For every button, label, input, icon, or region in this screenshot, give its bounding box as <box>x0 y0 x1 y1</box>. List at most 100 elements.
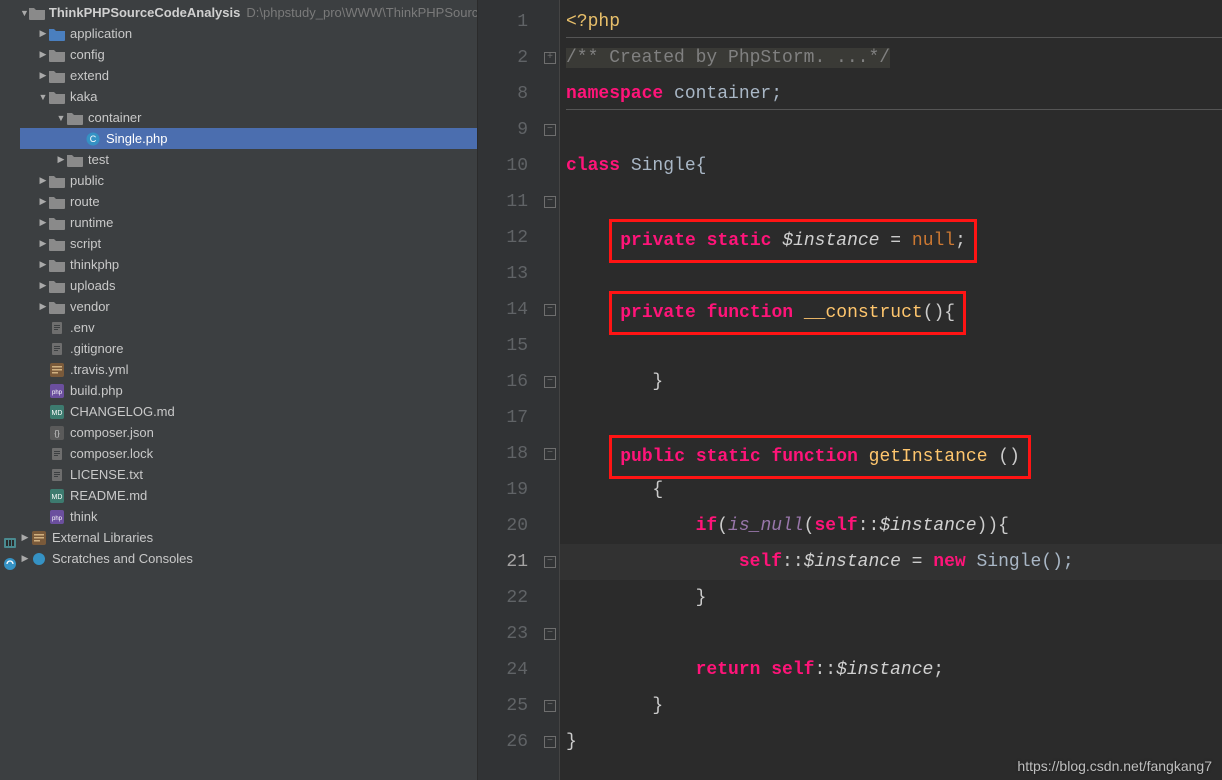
chevron-right-icon[interactable]: ▶ <box>38 196 48 207</box>
file-icon <box>48 321 66 335</box>
fold-collapse-icon[interactable]: − <box>544 448 556 460</box>
code-line: private function __construct(){ <box>560 292 1222 328</box>
external-libraries-icon <box>3 536 17 550</box>
chevron-right-icon[interactable]: ▶ <box>38 70 48 81</box>
tree-item[interactable]: ▼ kaka <box>0 86 477 107</box>
line-number: 26 <box>478 724 542 760</box>
folder-icon <box>48 195 66 209</box>
tree-item[interactable]: ▶ .gitignore <box>0 338 477 359</box>
tree-item[interactable]: ▶ MD CHANGELOG.md <box>0 401 477 422</box>
line-number: 12 <box>478 220 542 256</box>
chevron-right-icon[interactable]: ▶ <box>38 217 48 228</box>
chevron-right-icon[interactable]: ▶ <box>38 175 48 186</box>
tree-item[interactable]: ▶ thinkphp <box>0 254 477 275</box>
line-number: 8 <box>478 76 542 112</box>
fold-collapse-icon[interactable]: − <box>544 700 556 712</box>
folder-icon <box>48 279 66 293</box>
tree-item[interactable]: ▶ MD README.md <box>0 485 477 506</box>
folder-icon <box>48 258 66 272</box>
project-sidebar: ▼ ThinkPHPSourceCodeAnalysis D:\phpstudy… <box>0 0 478 780</box>
tree-item[interactable]: ▶ vendor <box>0 296 477 317</box>
chevron-right-icon[interactable]: ▶ <box>38 301 48 312</box>
scratches-icon <box>30 552 48 566</box>
project-tree[interactable]: ▼ ThinkPHPSourceCodeAnalysis D:\phpstudy… <box>0 0 477 780</box>
line-number: 17 <box>478 400 542 436</box>
tree-item[interactable]: ▶ LICENSE.txt <box>0 464 477 485</box>
folder-icon <box>48 69 66 83</box>
fold-expand-icon[interactable]: + <box>544 52 556 64</box>
tree-item[interactable]: ▶ php build.php <box>0 380 477 401</box>
json-icon: {} <box>48 426 66 440</box>
chevron-right-icon[interactable]: ▶ <box>56 154 66 165</box>
line-number: 15 <box>478 328 542 364</box>
code-line: /** Created by PhpStorm. ...*/ <box>560 40 1222 76</box>
tree-item[interactable]: ▶ C Single.php <box>0 128 477 149</box>
folder-icon <box>48 300 66 314</box>
fold-collapse-icon[interactable]: − <box>544 628 556 640</box>
file-icon <box>48 468 66 482</box>
fold-collapse-icon[interactable]: − <box>544 376 556 388</box>
line-number: 9 <box>478 112 542 148</box>
tree-item[interactable]: ▶ public <box>0 170 477 191</box>
code-line: private static $instance = null; <box>560 220 1222 256</box>
chevron-right-icon[interactable]: ▶ <box>20 553 30 564</box>
chevron-right-icon[interactable]: ▶ <box>38 259 48 270</box>
tree-item[interactable]: ▶ runtime <box>0 212 477 233</box>
external-libraries-row[interactable]: ▶ External Libraries <box>0 527 477 548</box>
code-line <box>560 328 1222 364</box>
fold-gutter[interactable]: + − − − − − − − − − <box>542 0 560 780</box>
tree-item[interactable]: ▶ extend <box>0 65 477 86</box>
folder-icon <box>48 237 66 251</box>
tree-item[interactable]: ▶ script <box>0 233 477 254</box>
chevron-right-icon[interactable]: ▶ <box>20 532 30 543</box>
line-number: 18 <box>478 436 542 472</box>
scratches-icon <box>3 557 17 571</box>
yml-icon <box>48 363 66 377</box>
code-line: namespace container; <box>560 76 1222 112</box>
md-icon: MD <box>48 405 66 419</box>
chevron-right-icon[interactable]: ▶ <box>38 28 48 39</box>
code-line: public static function getInstance () <box>560 436 1222 472</box>
tree-item[interactable]: ▶ application <box>0 23 477 44</box>
chevron-right-icon[interactable]: ▶ <box>38 280 48 291</box>
chevron-down-icon[interactable]: ▼ <box>38 92 48 102</box>
tree-item[interactable]: ▶ php think <box>0 506 477 527</box>
code-line: { <box>560 472 1222 508</box>
fold-collapse-icon[interactable]: − <box>544 556 556 568</box>
tree-item[interactable]: ▶ uploads <box>0 275 477 296</box>
chevron-down-icon[interactable]: ▼ <box>20 8 29 18</box>
tree-item[interactable]: ▶ composer.lock <box>0 443 477 464</box>
fold-collapse-icon[interactable]: − <box>544 196 556 208</box>
code-line <box>560 616 1222 652</box>
chevron-right-icon[interactable]: ▶ <box>38 238 48 249</box>
php-icon: php <box>48 510 66 524</box>
tree-item[interactable]: ▶ config <box>0 44 477 65</box>
project-root-row[interactable]: ▼ ThinkPHPSourceCodeAnalysis D:\phpstudy… <box>0 2 477 23</box>
folder-icon <box>48 90 66 104</box>
line-number: 19 <box>478 472 542 508</box>
scratches-row[interactable]: ▶ Scratches and Consoles <box>0 548 477 569</box>
folder-icon <box>66 111 84 125</box>
fold-collapse-icon[interactable]: − <box>544 736 556 748</box>
tree-item[interactable]: ▼ container <box>0 107 477 128</box>
tree-item[interactable]: ▶ test <box>0 149 477 170</box>
tree-item[interactable]: ▶ .travis.yml <box>0 359 477 380</box>
code-line: <?php <box>560 4 1222 40</box>
tree-item[interactable]: ▶ {} composer.json <box>0 422 477 443</box>
line-number: 14 <box>478 292 542 328</box>
fold-collapse-icon[interactable]: − <box>544 124 556 136</box>
tree-item[interactable]: ▶ route <box>0 191 477 212</box>
tree-item[interactable]: ▶ .env <box>0 317 477 338</box>
php-class-icon: C <box>84 132 102 146</box>
folder-icon <box>48 174 66 188</box>
chevron-down-icon[interactable]: ▼ <box>56 113 66 123</box>
code-area[interactable]: <?php /** Created by PhpStorm. ...*/ nam… <box>560 0 1222 780</box>
code-line: class Single{ <box>560 148 1222 184</box>
chevron-right-icon[interactable]: ▶ <box>38 49 48 60</box>
tool-window-gutter <box>0 0 20 780</box>
fold-collapse-icon[interactable]: − <box>544 304 556 316</box>
folder-icon <box>66 153 84 167</box>
line-number: 13 <box>478 256 542 292</box>
code-editor[interactable]: 12891011121314151617181920212223242526 +… <box>478 0 1222 780</box>
svg-text:C: C <box>90 134 97 144</box>
